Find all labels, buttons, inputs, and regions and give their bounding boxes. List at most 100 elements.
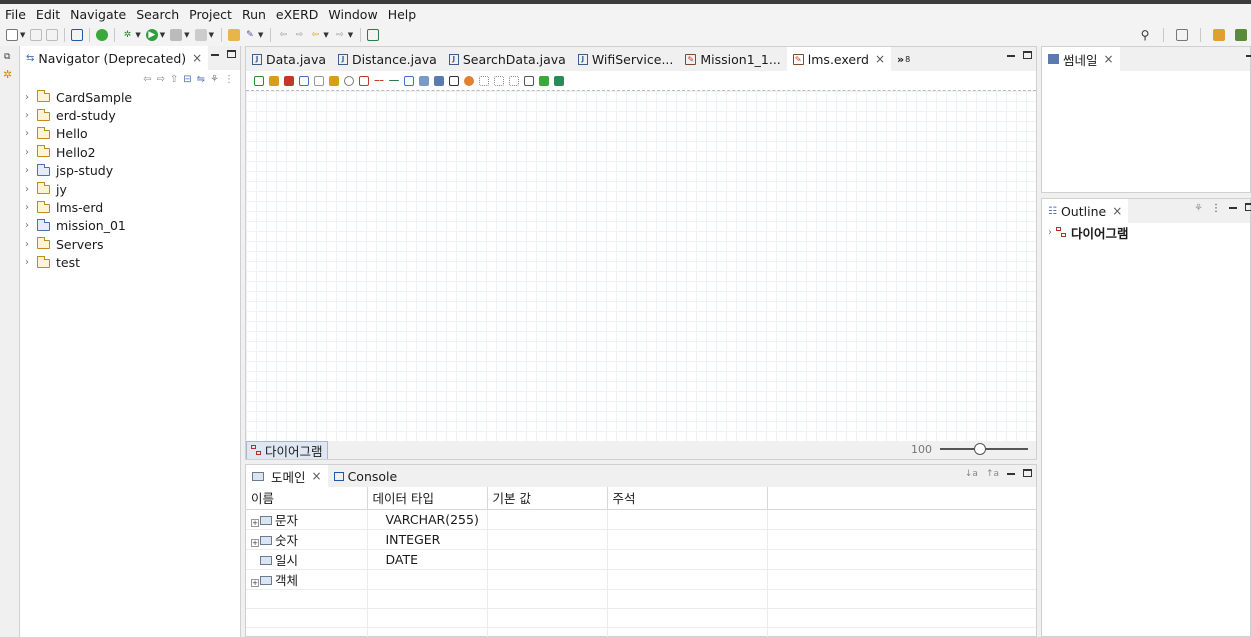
- distribute-icon[interactable]: [509, 75, 519, 86]
- chevron-right-icon[interactable]: ›: [25, 165, 37, 176]
- dropdown-arrow-icon[interactable]: ▼: [258, 31, 263, 39]
- menu-navigate[interactable]: Navigate: [65, 7, 131, 22]
- collapse-all-icon[interactable]: ⊟: [183, 74, 191, 85]
- select-icon[interactable]: [254, 75, 264, 86]
- zoom-slider-handle[interactable]: [974, 443, 986, 455]
- chevron-right-icon[interactable]: ›: [25, 92, 37, 103]
- align-icon[interactable]: [494, 75, 504, 86]
- chevron-right-icon[interactable]: ›: [25, 110, 37, 121]
- chevron-right-icon[interactable]: ›: [25, 220, 37, 231]
- table-row[interactable]: + 문자 VARCHAR(255): [246, 509, 1036, 530]
- column-header-name[interactable]: 이름: [246, 487, 368, 510]
- table-tool-icon[interactable]: [284, 75, 294, 86]
- validate-icon[interactable]: [524, 75, 534, 86]
- diagram-canvas[interactable]: [246, 91, 1036, 441]
- editor-tab[interactable]: J SearchData.java: [443, 47, 572, 71]
- dropdown-arrow-icon[interactable]: ▼: [184, 31, 189, 39]
- tree-item-project[interactable]: › Hello: [20, 125, 240, 143]
- zoom-tool-icon[interactable]: [344, 75, 354, 86]
- sort-asc-icon[interactable]: ↓a: [965, 469, 978, 481]
- menu-edit[interactable]: Edit: [31, 7, 65, 22]
- java-perspective-icon[interactable]: [1213, 29, 1225, 41]
- save-all-icon[interactable]: [46, 29, 59, 41]
- menu-run[interactable]: Run: [237, 7, 271, 22]
- maximize-icon[interactable]: [227, 50, 236, 58]
- tree-item-project[interactable]: › Hello2: [20, 143, 240, 161]
- dropdown-arrow-icon[interactable]: ▼: [160, 31, 165, 39]
- minimize-icon[interactable]: [1007, 55, 1015, 63]
- dropdown-arrow-icon[interactable]: ▼: [135, 31, 140, 39]
- maximize-icon[interactable]: [1023, 51, 1032, 59]
- comment-icon[interactable]: [404, 75, 414, 86]
- forward-engineer-icon[interactable]: [554, 75, 564, 86]
- tree-item-project[interactable]: › Servers: [20, 235, 240, 253]
- view-menu-icon[interactable]: ⋮: [224, 74, 234, 85]
- table-row[interactable]: 일시 DATE: [246, 549, 1036, 570]
- menu-help[interactable]: Help: [383, 7, 422, 22]
- expand-icon[interactable]: +: [251, 518, 259, 527]
- tree-item-project[interactable]: › test: [20, 254, 240, 272]
- chevron-right-icon[interactable]: ›: [25, 257, 37, 268]
- back-icon[interactable]: ⇦: [143, 74, 151, 85]
- note-tool-icon[interactable]: [299, 75, 309, 86]
- tab-navigator[interactable]: ⇆ Navigator (Deprecated) ×: [20, 46, 209, 70]
- tab-diagram[interactable]: 다이어그램: [246, 441, 328, 459]
- tab-domain[interactable]: 도메인 ×: [246, 465, 328, 487]
- tree-item-project[interactable]: › jy: [20, 180, 240, 198]
- chevron-right-icon[interactable]: ›: [25, 202, 37, 213]
- outline-item-diagram[interactable]: › 다이어그램: [1042, 223, 1250, 241]
- editor-tab[interactable]: ✎ Mission1_1...: [679, 47, 786, 71]
- coverage-icon[interactable]: [194, 29, 207, 41]
- dropdown-arrow-icon[interactable]: ▼: [209, 31, 214, 39]
- up-icon[interactable]: ⇧: [170, 74, 178, 85]
- theme-icon[interactable]: [464, 75, 474, 86]
- relation-icon[interactable]: [389, 80, 399, 81]
- hand-icon[interactable]: [329, 75, 339, 86]
- minimize-icon[interactable]: [211, 54, 219, 62]
- editor-tab[interactable]: J Data.java: [246, 47, 332, 71]
- tree-item-project[interactable]: › erd-study: [20, 106, 240, 124]
- maximize-icon[interactable]: [1023, 469, 1032, 477]
- dropdown-arrow-icon[interactable]: ▼: [20, 31, 25, 39]
- search-tool-icon[interactable]: ✎: [244, 29, 256, 41]
- column-header-comment[interactable]: 주석: [607, 487, 768, 510]
- debug-icon[interactable]: ✲: [121, 29, 133, 41]
- menu-window[interactable]: Window: [323, 7, 382, 22]
- image-icon[interactable]: [449, 75, 459, 86]
- open-type-icon[interactable]: [227, 29, 240, 41]
- relation-dashed-icon[interactable]: [374, 80, 384, 81]
- close-icon[interactable]: ×: [1112, 204, 1122, 218]
- tab-thumbnail[interactable]: 썸네일 ×: [1042, 47, 1120, 71]
- menu-search[interactable]: Search: [131, 7, 184, 22]
- chevron-right-icon[interactable]: ›: [25, 147, 37, 158]
- menu-file[interactable]: File: [0, 7, 31, 22]
- menu-project[interactable]: Project: [184, 7, 237, 22]
- pin-editor-icon[interactable]: [367, 29, 380, 41]
- pointer-icon[interactable]: [314, 75, 324, 86]
- chevron-right-icon[interactable]: ›: [25, 184, 37, 195]
- sort-desc-icon[interactable]: ↑a: [986, 469, 999, 481]
- entity-icon[interactable]: [359, 75, 369, 86]
- view-menu-icon[interactable]: ⋮: [1211, 203, 1221, 215]
- layout-icon[interactable]: [479, 75, 489, 86]
- tab-console[interactable]: Console: [328, 465, 404, 487]
- save-icon[interactable]: [30, 29, 43, 41]
- filter-icon[interactable]: ⚘: [210, 74, 219, 85]
- close-icon[interactable]: ×: [312, 469, 322, 483]
- close-icon[interactable]: ×: [1104, 52, 1114, 66]
- servers-view-icon[interactable]: ✲: [3, 68, 12, 81]
- close-icon[interactable]: ×: [192, 51, 202, 65]
- open-perspective-icon[interactable]: [1176, 29, 1188, 41]
- tree-item-project[interactable]: › CardSample: [20, 88, 240, 106]
- expand-icon[interactable]: +: [251, 578, 259, 587]
- minimize-icon[interactable]: [1229, 207, 1237, 215]
- filter-icon[interactable]: ⚘: [1194, 203, 1203, 215]
- minimize-icon[interactable]: [1007, 473, 1015, 481]
- export-icon[interactable]: [434, 75, 444, 86]
- tab-outline[interactable]: ☷ Outline ×: [1042, 199, 1129, 223]
- tree-item-project[interactable]: › jsp-study: [20, 162, 240, 180]
- zoom-slider[interactable]: [940, 442, 1028, 456]
- chevron-right-icon[interactable]: ›: [1048, 227, 1052, 238]
- table-row[interactable]: + 객체: [246, 569, 1036, 590]
- debug-perspective-icon[interactable]: [1235, 29, 1247, 41]
